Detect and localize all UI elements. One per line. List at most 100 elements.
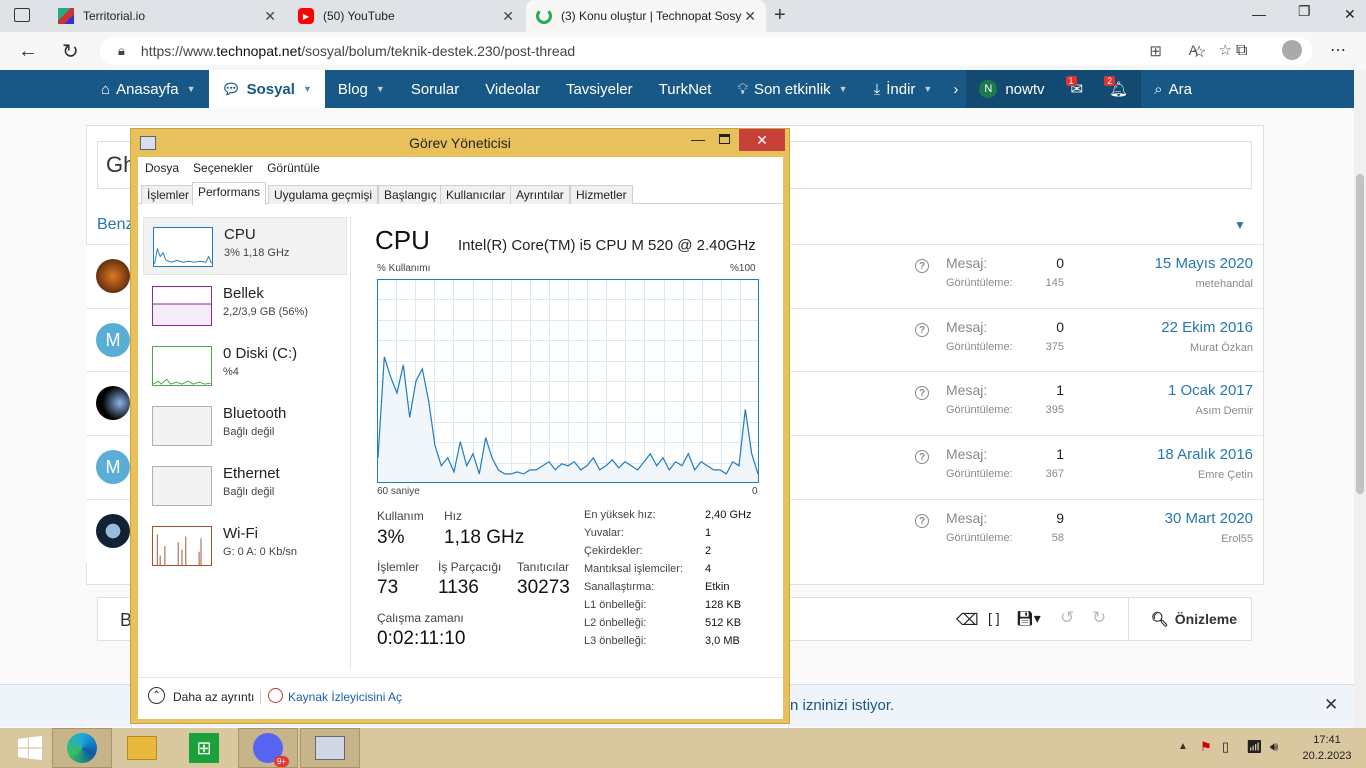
- tab-ayrintilar[interactable]: Ayrıntılar: [510, 185, 570, 204]
- taskbar-task-manager[interactable]: [300, 728, 360, 768]
- minimize-window-icon[interactable]: —: [1252, 6, 1266, 22]
- collapse-chevron-icon[interactable]: ▼: [1234, 218, 1246, 232]
- question-icon: ?: [915, 259, 929, 273]
- battery-icon[interactable]: ▯: [1222, 739, 1229, 755]
- collections-icon[interactable]: ⧉: [1236, 42, 1247, 60]
- chevron-up-icon[interactable]: ⌃: [148, 687, 165, 704]
- back-icon[interactable]: ←: [18, 40, 38, 63]
- tab-kullanicilar[interactable]: Kullanıcılar: [440, 185, 512, 204]
- app-available-icon[interactable]: ⊞: [1149, 42, 1162, 60]
- tab-baslangic[interactable]: Başlangıç: [378, 185, 443, 204]
- taskbar-edge[interactable]: [52, 728, 112, 768]
- last-post-date[interactable]: 1 Ocak 2017: [1168, 382, 1253, 399]
- close-tab-icon[interactable]: ✕: [502, 8, 514, 25]
- scrollbar-thumb[interactable]: [1356, 174, 1364, 494]
- nav-tavsiyeler[interactable]: Tavsiyeler: [553, 70, 646, 108]
- refresh-icon[interactable]: ↻: [62, 39, 79, 64]
- sidebar-item-wifi[interactable]: Wi-Fi G: 0 A: 0 Kb/sn: [143, 517, 347, 575]
- last-post-date[interactable]: 18 Aralık 2016: [1157, 446, 1253, 463]
- close-window-icon[interactable]: ✕: [1344, 6, 1356, 23]
- tab-technopat[interactable]: (3) Konu oluştur | Technopat Sosy ✕: [526, 0, 766, 32]
- nav-son-etkinlik[interactable]: 💡︎ Son etkinlik ▼: [724, 70, 860, 108]
- nav-videolar[interactable]: Videolar: [472, 70, 553, 108]
- new-tab-icon[interactable]: +: [774, 4, 786, 27]
- tab-youtube[interactable]: ▶ (50) YouTube ✕: [288, 0, 524, 32]
- last-post-date[interactable]: 22 Ekim 2016: [1161, 319, 1253, 336]
- nav-sosyal[interactable]: 💬︎ Sosyal ▼: [208, 70, 325, 108]
- nav-scroll-right-icon[interactable]: ›: [945, 70, 966, 108]
- chevron-down-icon[interactable]: ▼: [376, 84, 385, 94]
- last-poster[interactable]: Erol55: [1221, 533, 1253, 545]
- sidebar-item-bluetooth[interactable]: Bluetooth Bağlı değil: [143, 397, 347, 455]
- page-scrollbar[interactable]: [1354, 70, 1366, 728]
- close-tab-icon[interactable]: ✕: [744, 8, 756, 25]
- last-post-date[interactable]: 30 Mart 2020: [1165, 510, 1253, 527]
- start-button[interactable]: [0, 728, 60, 768]
- nav-alerts[interactable]: 🔔︎ 2: [1096, 70, 1142, 108]
- tab-uygulama-gecmisi[interactable]: Uygulama geçmişi: [268, 185, 379, 204]
- last-poster[interactable]: Emre Çetin: [1198, 469, 1253, 481]
- sidebar-item-disk[interactable]: 0 Diski (C:) %4: [143, 337, 347, 395]
- close-tab-icon[interactable]: ✕: [264, 8, 276, 25]
- chevron-down-icon[interactable]: ▼: [839, 84, 848, 94]
- nav-indir[interactable]: ⤓ İndir ▼: [861, 70, 946, 108]
- address-bar[interactable]: 🔒︎ https://www. technopat.net/sosyal/bolu…: [100, 37, 1312, 65]
- sidebar-item-cpu[interactable]: CPU 3% 1,18 GHz: [143, 217, 347, 275]
- resource-monitor-icon[interactable]: [268, 688, 283, 703]
- nav-search[interactable]: ⌕ Ara: [1141, 70, 1205, 108]
- last-poster[interactable]: Murat Özkan: [1190, 342, 1253, 354]
- menu-dosya[interactable]: Dosya: [138, 161, 186, 175]
- last-poster[interactable]: Asım Demir: [1196, 405, 1253, 417]
- save-draft-icon[interactable]: 💾︎▾: [1016, 610, 1041, 627]
- fullscreen-icon[interactable]: [ ]: [988, 610, 1000, 626]
- nav-anasayfa[interactable]: ⌂ Anasayfa ▼: [88, 70, 209, 108]
- spec-value: 4: [705, 563, 712, 575]
- graph-bottom-right: 0: [752, 486, 758, 497]
- undo-icon[interactable]: ↺: [1060, 608, 1074, 628]
- nav-messages[interactable]: ✉ 1: [1057, 70, 1097, 108]
- minimize-icon[interactable]: —: [691, 131, 705, 147]
- volume-icon[interactable]: 🔊︎: [1270, 739, 1278, 755]
- network-icon[interactable]: 📶︎: [1246, 739, 1263, 755]
- nav-sorular[interactable]: Sorular: [398, 70, 472, 108]
- preview-button[interactable]: 🔍︎ Önizleme: [1128, 598, 1252, 640]
- show-hidden-icons[interactable]: ▲: [1178, 741, 1188, 752]
- restore-window-icon[interactable]: ❐: [1298, 3, 1311, 20]
- redo-icon[interactable]: ↻: [1092, 608, 1106, 628]
- tab-actions-icon[interactable]: [14, 8, 30, 22]
- nav-turknet[interactable]: TurkNet: [646, 70, 725, 108]
- add-favorite-icon[interactable]: ☆: [1219, 41, 1232, 59]
- download-icon: ⤓: [873, 80, 881, 98]
- favorites-icon[interactable]: ☆: [1192, 42, 1206, 62]
- menu-secenekler[interactable]: Seçenekler: [186, 161, 260, 175]
- chevron-down-icon[interactable]: ▼: [303, 84, 312, 94]
- chevron-down-icon[interactable]: ▼: [923, 84, 932, 94]
- last-post-date[interactable]: 15 Mayıs 2020: [1155, 255, 1253, 272]
- tab-territorial[interactable]: Territorial.io ✕: [48, 0, 286, 32]
- tab-hizmetler[interactable]: Hizmetler: [570, 185, 633, 204]
- eraser-icon[interactable]: ⌫: [956, 610, 979, 630]
- nav-blog[interactable]: Blog ▼: [325, 70, 398, 108]
- tab-performans[interactable]: Performans: [192, 182, 267, 205]
- spec-key: L1 önbelleği:: [584, 599, 647, 611]
- maximize-icon[interactable]: [719, 134, 730, 144]
- fewer-details-link[interactable]: Daha az ayrıntı: [173, 690, 254, 704]
- profile-avatar[interactable]: [1282, 40, 1302, 60]
- last-poster[interactable]: metehandal: [1196, 278, 1254, 290]
- taskbar-store[interactable]: ⊞: [174, 728, 234, 768]
- sidebar-item-ethernet[interactable]: Ethernet Bağlı değil: [143, 457, 347, 515]
- tab-islemler[interactable]: İşlemler: [141, 185, 196, 204]
- sidebar-item-bellek[interactable]: Bellek 2,2/3,9 GB (56%): [143, 277, 347, 335]
- more-options-icon[interactable]: ⋯: [1330, 40, 1346, 60]
- nav-user[interactable]: Nnowtv: [966, 70, 1058, 108]
- close-notice-icon[interactable]: ✕: [1324, 695, 1338, 715]
- chevron-down-icon[interactable]: ▼: [187, 84, 196, 94]
- close-window-button[interactable]: ✕: [739, 129, 785, 151]
- clock-date[interactable]: 20.2.2023: [1298, 750, 1356, 762]
- open-resource-monitor-link[interactable]: Kaynak İzleyicisini Aç: [288, 690, 402, 704]
- taskbar-discord[interactable]: 9+: [238, 728, 298, 768]
- taskbar-file-explorer[interactable]: [112, 728, 172, 768]
- action-center-icon[interactable]: ⚑: [1200, 739, 1212, 755]
- clock-time[interactable]: 17:41: [1300, 734, 1354, 746]
- menu-goruntule[interactable]: Görüntüle: [260, 161, 327, 175]
